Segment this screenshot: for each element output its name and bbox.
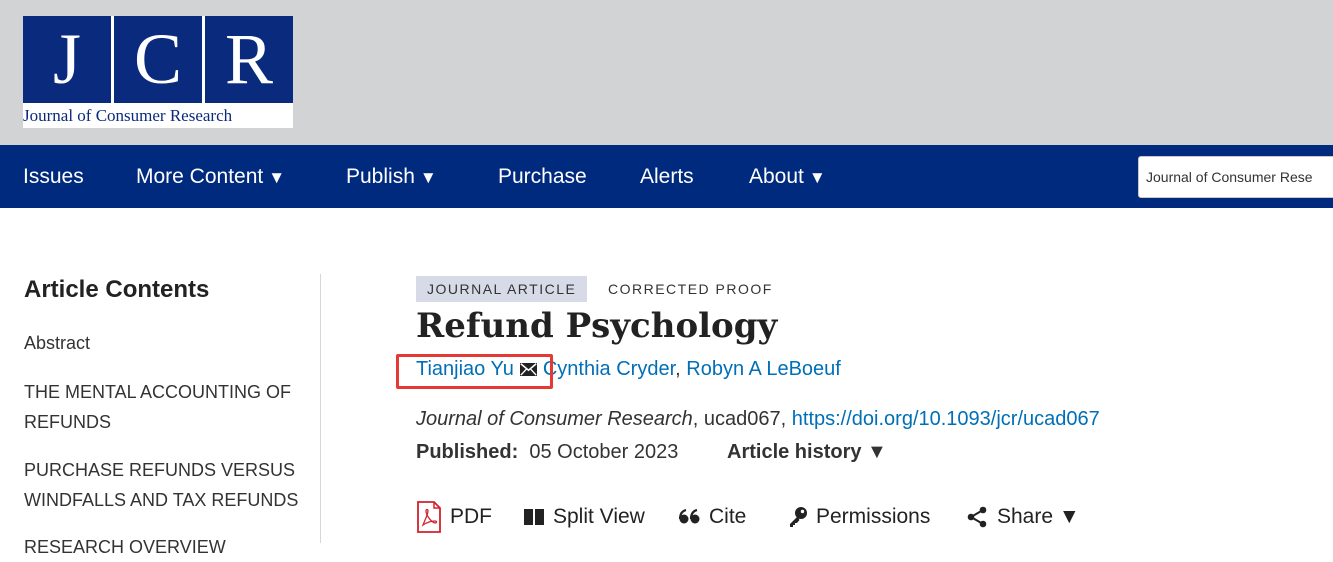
nav-more-content[interactable]: More Content ▼ [136,145,285,208]
publication-info: Published: 05 October 2023 Article histo… [416,438,887,466]
main-nav: Issues More Content ▼ Publish ▼ Purchase A… [0,145,1333,208]
nav-label: More Content [136,165,264,188]
article-id: , ucad067, [692,408,792,430]
nav-purchase[interactable]: Purchase [498,145,587,208]
logo-letter-r: R [205,16,293,103]
nav-publish[interactable]: Publish ▼ [346,145,437,208]
nav-alerts[interactable]: Alerts [640,145,694,208]
author-link-cynthia-cryder[interactable]: Cynthia Cryder [543,358,675,380]
toc-item-purchase-refunds[interactable]: PURCHASE REFUNDS VERSUS WINDFALLS AND TA… [24,455,304,515]
published-label: Published: [416,441,519,463]
nav-label: Alerts [640,165,694,188]
caret-down-icon: ▼ [268,168,286,187]
article-history-toggle[interactable]: Article history ▼ [727,438,887,466]
doi-link[interactable]: https://doi.org/10.1093/jcr/ucad067 [792,408,1100,430]
article-status-label: CORRECTED PROOF [608,281,773,297]
citation-line: Journal of Consumer Research, ucad067, h… [416,405,1100,433]
permissions-button[interactable]: Permissions [788,500,930,534]
share-icon [967,507,987,528]
nav-label: Publish [346,165,415,188]
author-link-robyn-leboeuf[interactable]: Robyn A LeBoeuf [686,358,841,380]
logo-letter-j: J [23,16,111,103]
article-type-badge: JOURNAL ARTICLE [416,276,588,302]
split-view-button[interactable]: Split View [523,500,645,534]
pdf-icon [417,501,441,534]
article-title: Refund Psychology [416,306,778,346]
cite-label: Cite [709,505,747,528]
pdf-label: PDF [450,505,492,528]
nav-about[interactable]: About ▼ [749,145,826,208]
split-view-icon [524,509,544,526]
toc-item-research-overview[interactable]: RESEARCH OVERVIEW [24,532,304,562]
sidebar-divider [320,274,321,543]
masthead: J C R Journal of Consumer Research [0,0,1333,145]
logo-letter-c: C [114,16,202,103]
toc-item-mental-accounting[interactable]: THE MENTAL ACCOUNTING OF REFUNDS [24,377,304,437]
article-contents-heading: Article Contents [24,276,210,303]
nav-issues[interactable]: Issues [23,145,84,208]
search-scope-select[interactable]: Journal of Consumer Rese [1138,156,1333,198]
nav-label: Purchase [498,165,587,188]
logo-subtitle: Journal of Consumer Research [23,104,293,128]
caret-down-icon: ▼ [419,168,437,187]
permissions-label: Permissions [816,505,931,528]
author-highlight-box [396,354,553,389]
key-icon [790,507,807,528]
pdf-button[interactable]: PDF [416,500,492,534]
author-separator: , [675,358,681,380]
journal-name: Journal of Consumer Research [416,408,693,430]
journal-logo[interactable]: J C R Journal of Consumer Research [23,16,293,128]
article-toolbar: PDF Split View Cite Permissions Share ▼ [416,500,1116,534]
cite-button[interactable]: Cite [679,500,746,534]
quote-icon [679,509,700,524]
caret-down-icon: ▼ [808,168,826,187]
share-button[interactable]: Share ▼ [967,500,1080,534]
toc-item-abstract[interactable]: Abstract [24,328,304,358]
split-view-label: Split View [553,505,645,528]
nav-label: About [749,165,804,188]
nav-label: Issues [23,165,84,188]
published-date: 05 October 2023 [529,441,679,463]
share-label: Share ▼ [997,505,1080,528]
